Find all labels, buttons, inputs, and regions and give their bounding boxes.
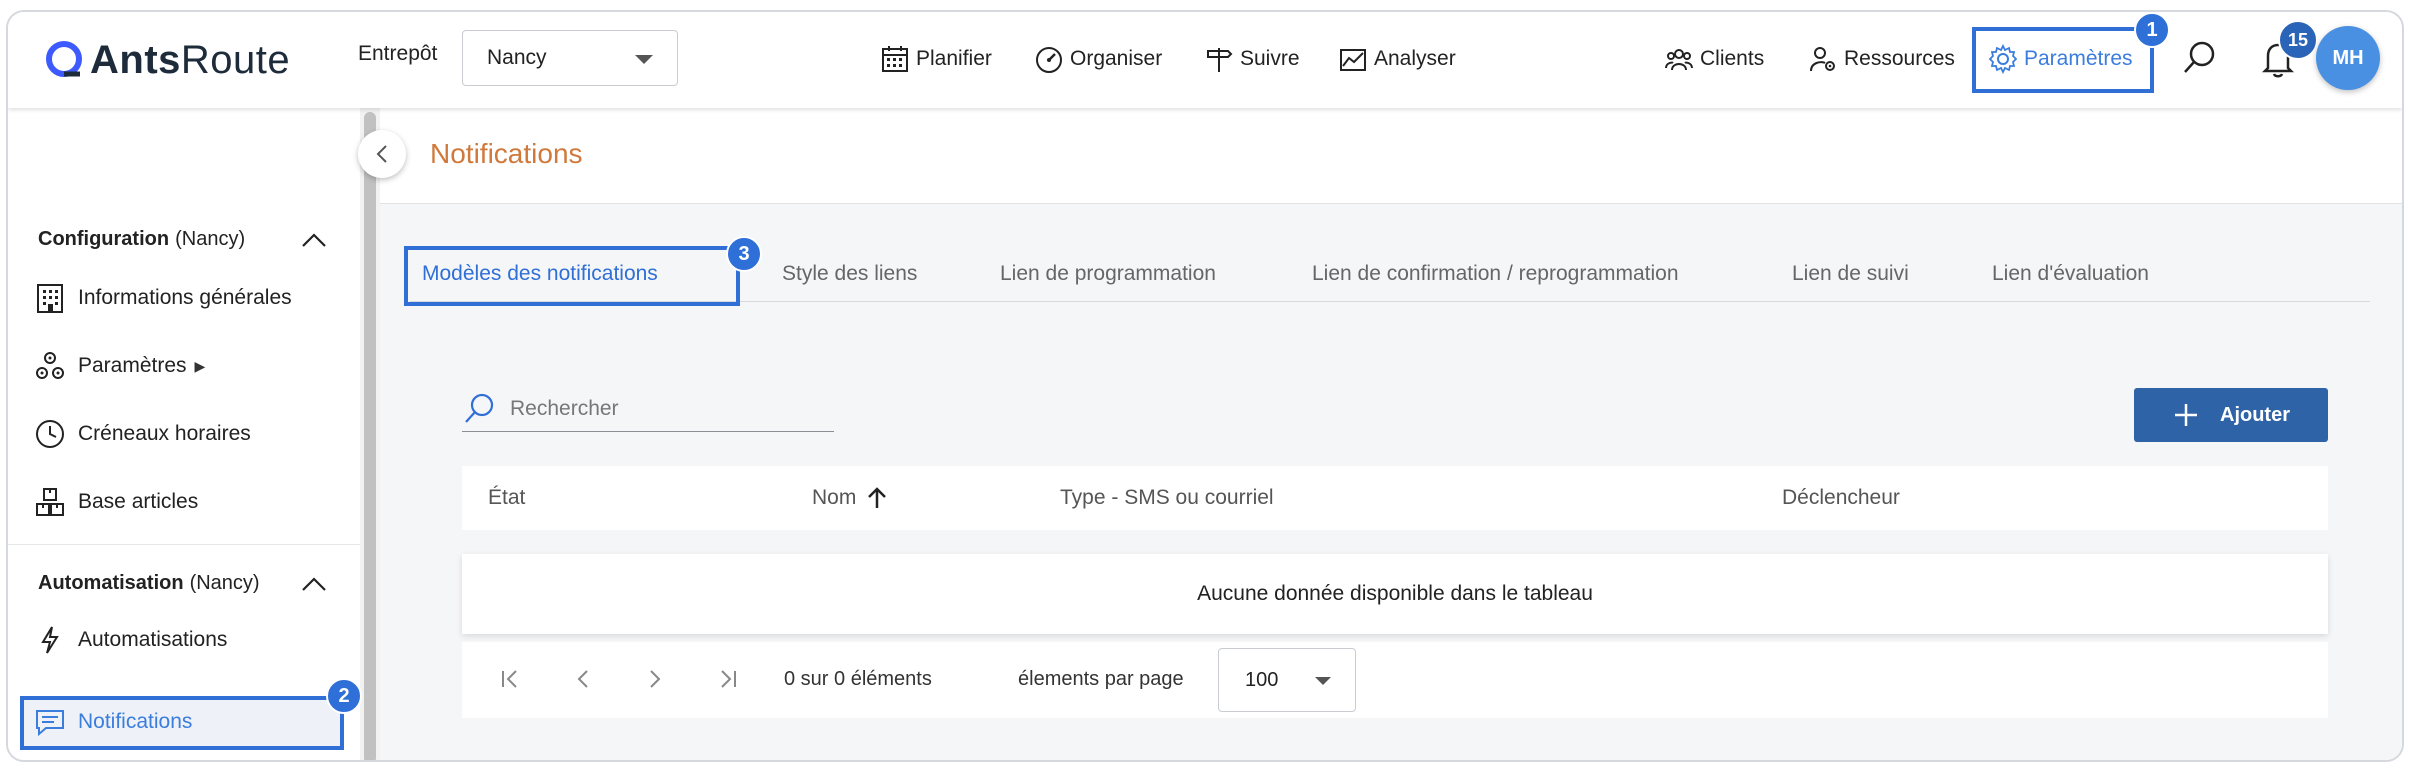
sidebar-divider xyxy=(8,544,360,545)
boxes-icon xyxy=(36,488,64,516)
step-badge-3: 3 xyxy=(726,236,762,272)
chevron-left-icon xyxy=(376,145,387,163)
nav-label: Analyser xyxy=(1374,47,1456,70)
top-header: AntsRoute Entrepôt Nancy Planifier Organ… xyxy=(8,12,2402,108)
column-etat[interactable]: État xyxy=(488,486,525,510)
nav-suivre[interactable]: Suivre xyxy=(1204,36,1300,82)
sidebar-item-label: Automatisations xyxy=(78,628,228,651)
nav-parametres[interactable]: Paramètres xyxy=(1988,36,2133,82)
plus-icon xyxy=(2175,404,2197,426)
sidebar-item-label: Notifications xyxy=(78,710,193,733)
lightning-icon xyxy=(41,626,59,654)
collapse-sidebar-button[interactable] xyxy=(358,130,406,178)
tabs-bar: Modèles des notifications Style des lien… xyxy=(404,242,2370,306)
page-title-bar: Notifications xyxy=(380,108,2402,204)
pagination: 0 sur 0 éléments élements par page 100 xyxy=(462,642,2328,718)
step-badge-1: 1 xyxy=(2134,12,2170,48)
people-icon xyxy=(1665,49,1693,71)
first-page-icon[interactable] xyxy=(496,664,526,694)
column-declencheur[interactable]: Déclencheur xyxy=(1782,486,1900,510)
expand-arrow: ▶ xyxy=(194,357,206,374)
notification-count-badge: 15 xyxy=(2278,20,2318,60)
tab-lien-confirmation[interactable]: Lien de confirmation / reprogrammation xyxy=(1312,262,1679,286)
sidebar-item-informations[interactable]: Informations générales xyxy=(34,276,292,320)
empty-table-message: Aucune donnée disponible dans le tableau xyxy=(462,554,2328,634)
tab-lien-evaluation[interactable]: Lien d'évaluation xyxy=(1992,262,2149,286)
building-icon xyxy=(37,284,63,313)
tab-lien-programmation[interactable]: Lien de programmation xyxy=(1000,262,1216,286)
nav-clients[interactable]: Clients xyxy=(1664,36,1764,82)
signpost-icon xyxy=(1207,48,1233,72)
sidebar-item-creneaux[interactable]: Créneaux horaires xyxy=(34,412,251,456)
logo[interactable]: AntsRoute xyxy=(44,32,290,88)
nav-analyser[interactable]: Analyser xyxy=(1338,36,1456,82)
nav-label: Ressources xyxy=(1844,47,1955,70)
next-page-icon[interactable] xyxy=(640,664,670,694)
sidebar-scrollbar-thumb[interactable] xyxy=(364,112,376,760)
nav-label: Organiser xyxy=(1070,47,1163,70)
caret-down-icon xyxy=(635,55,653,64)
last-page-icon[interactable] xyxy=(712,664,742,694)
nav-label: Planifier xyxy=(916,47,992,70)
warehouse-select[interactable]: Nancy xyxy=(462,30,678,86)
nav-ressources[interactable]: Ressources xyxy=(1808,36,1955,82)
search-icon[interactable] xyxy=(2180,38,2220,78)
caret-down-icon xyxy=(1315,677,1331,685)
sidebar: Configuration (Nancy) Informations généra… xyxy=(8,108,362,760)
gear-icon xyxy=(1988,44,2018,74)
ants-logo-icon xyxy=(46,41,82,77)
nav-planifier[interactable]: Planifier xyxy=(880,36,992,82)
sidebar-item-parametres[interactable]: Paramètres ▶ xyxy=(34,344,205,388)
sidebar-item-notifications[interactable]: Notifications xyxy=(34,700,192,744)
tab-modeles[interactable]: Modèles des notifications xyxy=(422,262,658,286)
sidebar-item-label: Informations générales xyxy=(78,286,292,309)
sidebar-item-label: Base articles xyxy=(78,490,199,513)
app-window: AntsRoute Entrepôt Nancy Planifier Organ… xyxy=(6,10,2404,762)
per-page-value: 100 xyxy=(1245,668,1279,691)
previous-page-icon[interactable] xyxy=(568,664,598,694)
nav-label: Clients xyxy=(1700,47,1765,70)
tab-lien-suivi[interactable]: Lien de suivi xyxy=(1792,262,1909,286)
table-header: État Nom Type - SMS ou courriel Déclench… xyxy=(462,466,2328,530)
sidebar-item-automatisations[interactable]: Automatisations xyxy=(34,618,227,662)
warehouse-value: Nancy xyxy=(487,46,547,69)
tab-style-liens[interactable]: Style des liens xyxy=(782,262,917,286)
nav-label: Suivre xyxy=(1240,47,1300,70)
user-gear-icon xyxy=(1810,47,1835,72)
search-field[interactable] xyxy=(462,386,834,432)
chevron-up-icon[interactable] xyxy=(300,574,328,594)
speedometer-icon xyxy=(1036,47,1062,73)
clock-icon xyxy=(36,420,64,448)
nav-label: Paramètres xyxy=(2024,47,2133,70)
column-nom[interactable]: Nom xyxy=(812,486,888,510)
step-badge-2: 2 xyxy=(326,678,362,714)
main-content: Notifications Modèles des notifications … xyxy=(380,108,2402,760)
sidebar-section-automatisation[interactable]: Automatisation (Nancy) xyxy=(38,572,260,595)
sidebar-item-label: Créneaux horaires xyxy=(78,422,251,445)
per-page-select[interactable]: 100 xyxy=(1218,648,1356,712)
page-title: Notifications xyxy=(430,138,583,169)
nav-organiser[interactable]: Organiser xyxy=(1034,36,1162,82)
calendar-icon xyxy=(882,46,908,72)
pagination-count: 0 sur 0 éléments xyxy=(784,668,932,690)
gears-icon xyxy=(36,352,64,379)
sidebar-item-label: Paramètres xyxy=(78,354,187,377)
chat-icon xyxy=(36,710,64,737)
sidebar-section-configuration[interactable]: Configuration (Nancy) xyxy=(38,228,245,251)
sidebar-item-base-articles[interactable]: Base articles xyxy=(34,480,198,524)
arrow-up-icon xyxy=(868,487,887,508)
search-icon xyxy=(465,393,494,423)
column-type[interactable]: Type - SMS ou courriel xyxy=(1060,486,1274,510)
warehouse-label: Entrepôt xyxy=(358,42,438,65)
avatar[interactable]: MH xyxy=(2316,26,2380,90)
logo-text: AntsRoute xyxy=(90,37,291,82)
chart-icon xyxy=(1340,49,1366,71)
search-input[interactable] xyxy=(510,396,810,421)
add-button-label: Ajouter xyxy=(2220,403,2290,426)
add-button[interactable]: Ajouter xyxy=(2134,388,2328,442)
chevron-up-icon[interactable] xyxy=(300,230,328,250)
per-page-label: élements par page xyxy=(1018,668,1184,690)
